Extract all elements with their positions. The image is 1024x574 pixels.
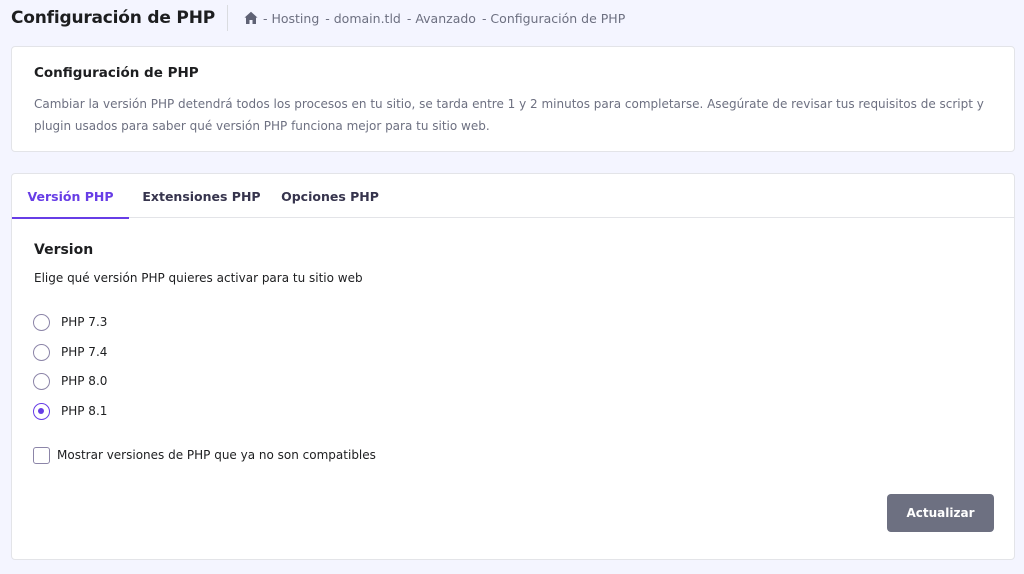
breadcrumb: - Hosting - domain.tld - Avanzado - Conf… [243, 10, 631, 26]
radio-label: PHP 7.3 [61, 315, 108, 329]
top-bar: Configuración de PHP - Hosting - domain.… [0, 0, 1024, 36]
version-section-description: Elige qué versión PHP quieres activar pa… [34, 271, 363, 285]
radio-label: PHP 8.1 [61, 404, 108, 418]
breadcrumb-advanced[interactable]: - Avanzado [407, 11, 476, 26]
tab-bar: Versión PHP Extensiones PHP Opciones PHP [12, 174, 1014, 219]
radio-button[interactable] [33, 372, 50, 390]
radio-label: PHP 7.4 [61, 345, 108, 359]
breadcrumb-current: - Configuración de PHP [481, 10, 626, 26]
breadcrumb-domain[interactable]: - domain.tld [325, 11, 401, 26]
radio-php-8-1[interactable]: PHP 8.1 [33, 402, 107, 420]
info-card-title: Configuración de PHP [34, 65, 199, 81]
radio-php-7-3[interactable]: PHP 7.3 [33, 313, 107, 331]
home-icon[interactable] [243, 10, 259, 26]
show-deprecated-checkbox[interactable] [33, 446, 50, 464]
radio-php-7-4[interactable]: PHP 7.4 [33, 343, 107, 361]
radio-php-8-0[interactable]: PHP 8.0 [33, 372, 107, 390]
update-button[interactable]: Actualizar [887, 494, 994, 532]
tab-php-extensions[interactable]: Extensiones PHP [129, 174, 274, 218]
title-divider [226, 5, 228, 31]
breadcrumb-hosting[interactable]: - Hosting [263, 11, 319, 26]
info-card-description: Cambiar la versión PHP detendrá todos lo… [34, 97, 984, 133]
php-settings-card: Versión PHP Extensiones PHP Opciones PHP… [11, 173, 1015, 560]
tab-php-options[interactable]: Opciones PHP [274, 174, 386, 218]
page-title: Configuración de PHP [11, 8, 215, 28]
radio-button[interactable] [33, 343, 50, 361]
show-deprecated-versions-option[interactable]: Mostrar versiones de PHP que ya no son c… [33, 446, 376, 464]
tab-php-version[interactable]: Versión PHP [12, 174, 129, 219]
version-section-title: Version [34, 242, 94, 258]
show-deprecated-label: Mostrar versiones de PHP que ya no son c… [57, 448, 376, 462]
radio-button[interactable] [33, 313, 50, 331]
info-card: Configuración de PHP Cambiar la versión … [11, 46, 1015, 152]
radio-button-selected[interactable] [33, 402, 50, 420]
radio-label: PHP 8.0 [61, 374, 108, 388]
